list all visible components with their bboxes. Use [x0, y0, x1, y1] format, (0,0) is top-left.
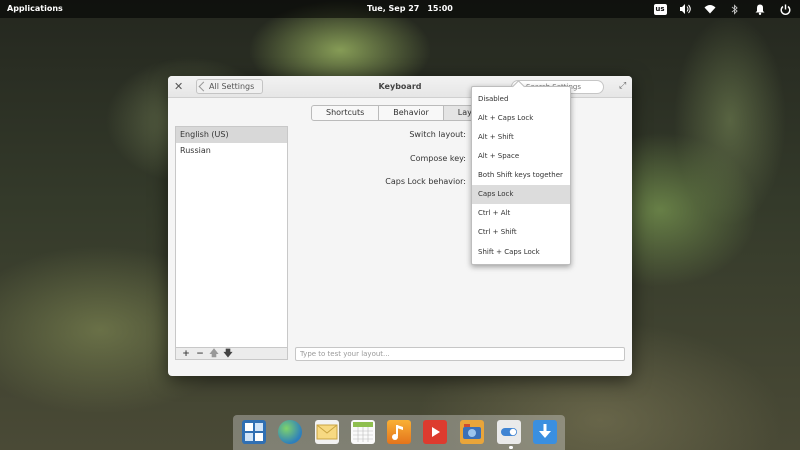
popup-item-ctrl-shift[interactable]: Ctrl + Shift — [472, 223, 570, 242]
appcenter-icon[interactable] — [533, 420, 557, 444]
mail-icon[interactable] — [315, 420, 339, 444]
list-item[interactable]: English (US) — [176, 127, 287, 143]
switch-layout-label: Switch layout: — [409, 130, 466, 139]
list-toolbar: + − 🡅 🡇 — [175, 347, 288, 360]
popup-item-alt-shift[interactable]: Alt + Shift — [472, 128, 570, 147]
calendar-icon[interactable] — [351, 420, 375, 444]
popup-item-disabled[interactable]: Disabled — [472, 90, 570, 109]
tab-shortcuts[interactable]: Shortcuts — [311, 105, 380, 121]
notifications-bell-icon[interactable] — [753, 2, 767, 16]
power-icon[interactable] — [778, 2, 792, 16]
list-item[interactable]: Russian — [176, 143, 287, 159]
running-indicator — [509, 446, 513, 449]
test-layout-input[interactable] — [295, 347, 625, 361]
switch-layout-popover: Disabled Alt + Caps Lock Alt + Shift Alt… — [471, 86, 571, 265]
videos-icon[interactable] — [423, 420, 447, 444]
system-tray: us — [642, 2, 792, 16]
tab-behavior[interactable]: Behavior — [378, 105, 444, 121]
add-layout-button[interactable]: + — [179, 349, 193, 359]
web-browser-icon[interactable] — [278, 420, 302, 444]
bluetooth-icon[interactable] — [728, 2, 742, 16]
move-down-button[interactable]: 🡇 — [221, 346, 235, 362]
popup-item-shift-caps-lock[interactable]: Shift + Caps Lock — [472, 243, 570, 262]
maximize-icon[interactable]: ⤢ — [619, 81, 626, 91]
popup-item-alt-caps-lock[interactable]: Alt + Caps Lock — [472, 109, 570, 128]
date-label: Tue, Sep 27 — [367, 4, 420, 13]
photos-icon[interactable] — [460, 420, 484, 444]
popup-item-alt-space[interactable]: Alt + Space — [472, 147, 570, 166]
popup-item-both-shift[interactable]: Both Shift keys together — [472, 166, 570, 185]
top-panel: Applications Tue, Sep 27 15:00 us — [0, 0, 800, 18]
multitasking-view-icon[interactable] — [242, 420, 266, 444]
layout-list: English (US) Russian — [175, 126, 288, 351]
applications-menu[interactable]: Applications — [7, 4, 63, 13]
wifi-icon[interactable] — [703, 2, 717, 16]
volume-icon[interactable] — [678, 2, 692, 16]
music-icon[interactable] — [387, 420, 411, 444]
time-label: 15:00 — [427, 4, 453, 13]
keyboard-layout-icon: us — [653, 3, 667, 15]
system-settings-icon[interactable] — [497, 420, 521, 444]
date-time[interactable]: Tue, Sep 27 15:00 — [367, 4, 461, 13]
keyboard-layout-indicator[interactable]: us — [653, 2, 667, 16]
move-up-button[interactable]: 🡅 — [207, 346, 221, 362]
popup-item-ctrl-alt[interactable]: Ctrl + Alt — [472, 204, 570, 223]
compose-key-label: Compose key: — [410, 154, 466, 163]
remove-layout-button[interactable]: − — [193, 349, 207, 359]
popup-item-caps-lock[interactable]: Caps Lock — [472, 185, 570, 204]
caps-lock-behavior-label: Caps Lock behavior: — [385, 177, 466, 186]
